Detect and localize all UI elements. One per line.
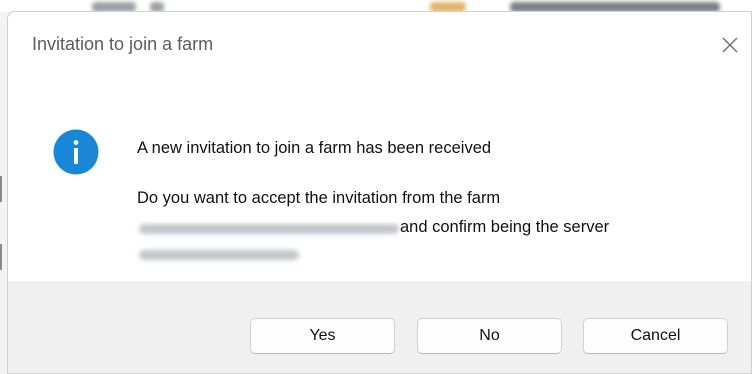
close-icon bbox=[722, 37, 738, 53]
close-button[interactable] bbox=[715, 30, 745, 60]
info-icon bbox=[53, 129, 99, 175]
message-question-suffix: and confirm being the server bbox=[400, 218, 610, 236]
message-question: Do you want to accept the invitation fro… bbox=[137, 189, 501, 207]
dialog-title: Invitation to join a farm bbox=[32, 34, 214, 54]
message-dialog: Invitation to join a farm A new invitati… bbox=[7, 11, 752, 374]
dialog-content: A new invitation to join a farm has been… bbox=[8, 78, 751, 281]
background-edge-mark bbox=[0, 176, 2, 202]
redacted-farm-name bbox=[139, 224, 399, 234]
dialog-button-bar: Yes No Cancel bbox=[8, 281, 751, 373]
background-edge-mark bbox=[0, 244, 2, 270]
message-heading: A new invitation to join a farm has been… bbox=[137, 139, 492, 157]
dialog-titlebar[interactable]: Invitation to join a farm bbox=[8, 12, 751, 78]
yes-button[interactable]: Yes bbox=[250, 318, 395, 354]
cancel-button[interactable]: Cancel bbox=[583, 318, 728, 354]
no-button[interactable]: No bbox=[417, 318, 562, 354]
redacted-server-name bbox=[139, 250, 299, 260]
